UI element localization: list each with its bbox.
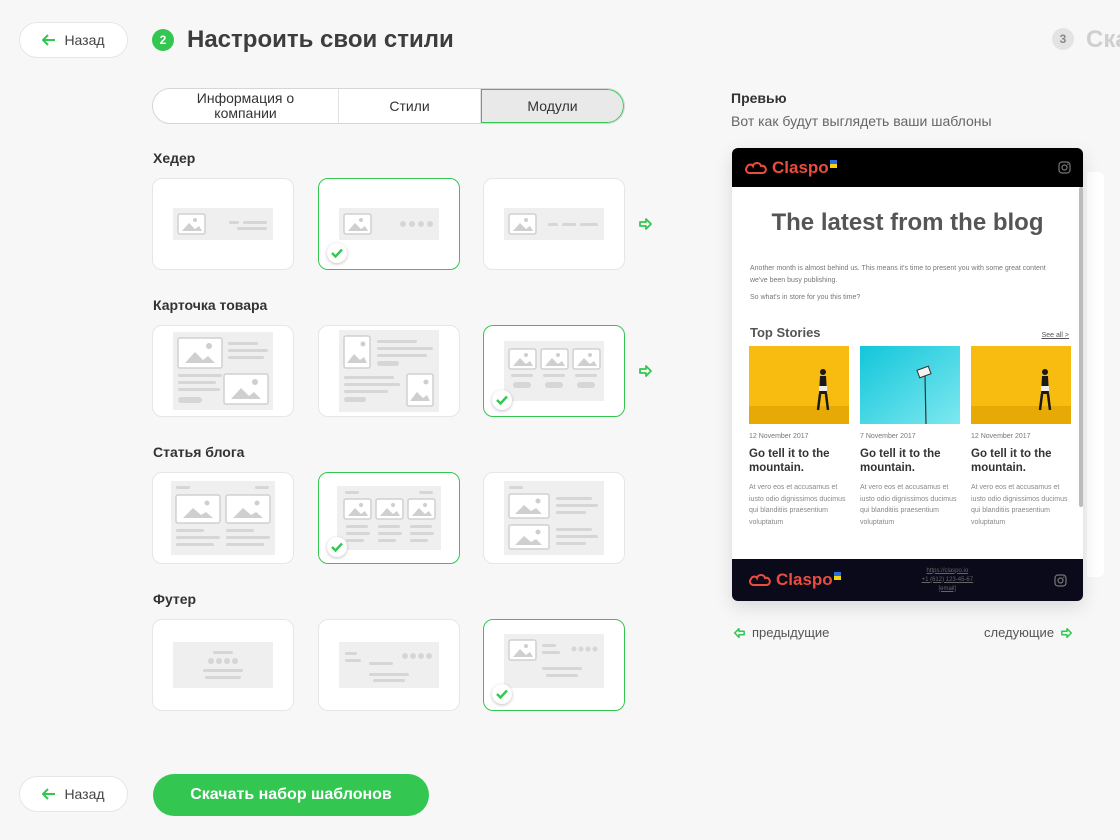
back-label: Назад	[64, 32, 105, 48]
story-text: At vero eos et accusamus et iusto odio d…	[971, 484, 1068, 526]
step-title-current: Настроить свои стили	[187, 26, 454, 53]
arrow-left-icon	[733, 627, 745, 638]
cloud-logo-icon	[749, 574, 771, 586]
selected-check-icon	[327, 537, 347, 557]
tab-styles[interactable]: Стили	[339, 89, 481, 123]
story-date: 12 November 2017	[971, 433, 1031, 440]
product-thumb-1	[173, 332, 273, 410]
stories-title: Top Stories	[750, 325, 821, 340]
preview-side-panel	[1087, 172, 1104, 577]
step-number-next: 3	[1052, 28, 1074, 50]
previous-link[interactable]: предыдущие	[732, 625, 829, 640]
story-date: 7 November 2017	[860, 433, 916, 440]
header-option-3[interactable]	[483, 178, 625, 270]
blog-option-3[interactable]	[483, 472, 625, 564]
header-thumb-2	[339, 208, 439, 240]
product-option-2[interactable]	[318, 325, 460, 417]
flag-icon	[829, 159, 837, 168]
email-header: Claspo	[732, 148, 1083, 187]
email-preview[interactable]: Claspo The latest from the blog Another …	[732, 148, 1083, 601]
flag-icon	[833, 572, 841, 580]
cloud-logo-icon	[745, 161, 767, 174]
arrow-left-icon	[42, 34, 56, 46]
claspo-logo-footer: Claspo	[748, 570, 841, 590]
header-thumb-1	[173, 208, 273, 240]
footer-option-3[interactable]	[483, 619, 625, 711]
back-button-top[interactable]: Назад	[19, 22, 128, 58]
footer-option-1[interactable]	[152, 619, 294, 711]
step-title-next: Ска	[1086, 26, 1120, 53]
blog-option-2[interactable]	[318, 472, 460, 564]
story-text: At vero eos et accusamus et iusto odio d…	[749, 484, 846, 526]
next-label: следующие	[984, 625, 1055, 640]
header-thumb-3	[504, 208, 604, 240]
product-option-3[interactable]	[483, 325, 625, 417]
footer-links: https://claspo.io +1 (612) 123-45-67 [em…	[922, 567, 974, 594]
story-card[interactable]: 12 November 2017 Go tell it to the mount…	[971, 346, 1071, 528]
story-title: Go tell it to the mountain.	[971, 448, 1052, 474]
logo-text: Claspo	[772, 157, 829, 177]
footer-link[interactable]: https://claspo.io	[922, 567, 974, 576]
section-label-blog-article: Статья блога	[153, 444, 245, 460]
footer-thumb-3	[504, 633, 604, 688]
arrow-right-icon[interactable]	[638, 364, 654, 378]
blog-thumb-3	[504, 481, 604, 555]
selected-check-icon	[327, 243, 347, 263]
email-intro: Another month is almost behind us. This …	[750, 265, 1046, 284]
next-link[interactable]: следующие	[984, 625, 1074, 640]
instagram-icon[interactable]	[1054, 573, 1067, 587]
story-image-cyan	[860, 346, 960, 424]
footer-option-2[interactable]	[318, 619, 460, 711]
footer-link[interactable]: +1 (612) 123-45-67	[922, 576, 974, 585]
story-title: Go tell it to the mountain.	[749, 448, 830, 474]
header-option-2[interactable]	[318, 178, 460, 270]
stories-header: Top Stories See all >	[732, 325, 1083, 340]
section-label-footer: Футер	[153, 591, 197, 607]
email-heading: The latest from the blog	[771, 209, 1044, 236]
arrow-right-icon	[1061, 627, 1073, 638]
email-footer: Claspo https://claspo.io +1 (612) 123-45…	[732, 559, 1083, 601]
header-option-1[interactable]	[152, 178, 294, 270]
arrow-right-icon[interactable]	[638, 217, 654, 231]
blog-option-1[interactable]	[152, 472, 294, 564]
story-image-yellow	[749, 346, 849, 424]
email-intro-2: So what's in store for you this time?	[750, 294, 861, 301]
arrow-left-icon	[42, 788, 56, 800]
stories-list: 12 November 2017 Go tell it to the mount…	[732, 346, 1083, 528]
logo-text: Claspo	[776, 570, 833, 589]
previous-label: предыдущие	[752, 625, 830, 640]
product-thumb-2	[339, 330, 439, 412]
back-button-bottom[interactable]: Назад	[19, 776, 128, 812]
preview-title: Превью	[731, 90, 787, 106]
selected-check-icon	[492, 684, 512, 704]
footer-thumb-2	[339, 642, 439, 688]
story-card[interactable]: 12 November 2017 Go tell it to the mount…	[749, 346, 849, 528]
preview-scrollbar[interactable]	[1079, 187, 1083, 507]
section-label-product-card: Карточка товара	[153, 297, 268, 313]
step-number-current: 2	[152, 29, 174, 51]
selected-check-icon	[492, 390, 512, 410]
footer-link[interactable]: [email]	[922, 585, 974, 594]
blog-thumb-2	[337, 486, 441, 550]
download-templates-button[interactable]: Скачать набор шаблонов	[153, 774, 429, 816]
footer-thumb-1	[173, 642, 273, 688]
back-label: Назад	[64, 786, 105, 802]
tab-modules[interactable]: Модули	[481, 89, 624, 123]
product-option-1[interactable]	[152, 325, 294, 417]
instagram-icon[interactable]	[1058, 161, 1071, 174]
preview-subtitle: Вот как будут выглядеть ваши шаблоны	[731, 113, 992, 129]
section-label-header: Хедер	[153, 150, 196, 166]
see-all-link[interactable]: See all >	[1042, 332, 1069, 339]
story-date: 12 November 2017	[749, 433, 809, 440]
tab-company-info[interactable]: Информация о компании	[153, 89, 339, 123]
blog-thumb-1	[171, 481, 275, 555]
story-text: At vero eos et accusamus et iusto odio d…	[860, 484, 957, 526]
story-card[interactable]: 7 November 2017 Go tell it to the mounta…	[860, 346, 960, 528]
story-image-yellow	[971, 346, 1071, 424]
claspo-logo: Claspo	[744, 158, 837, 178]
settings-tabs: Информация о компании Стили Модули	[152, 88, 625, 124]
product-thumb-3	[504, 341, 604, 401]
story-title: Go tell it to the mountain.	[860, 448, 941, 474]
